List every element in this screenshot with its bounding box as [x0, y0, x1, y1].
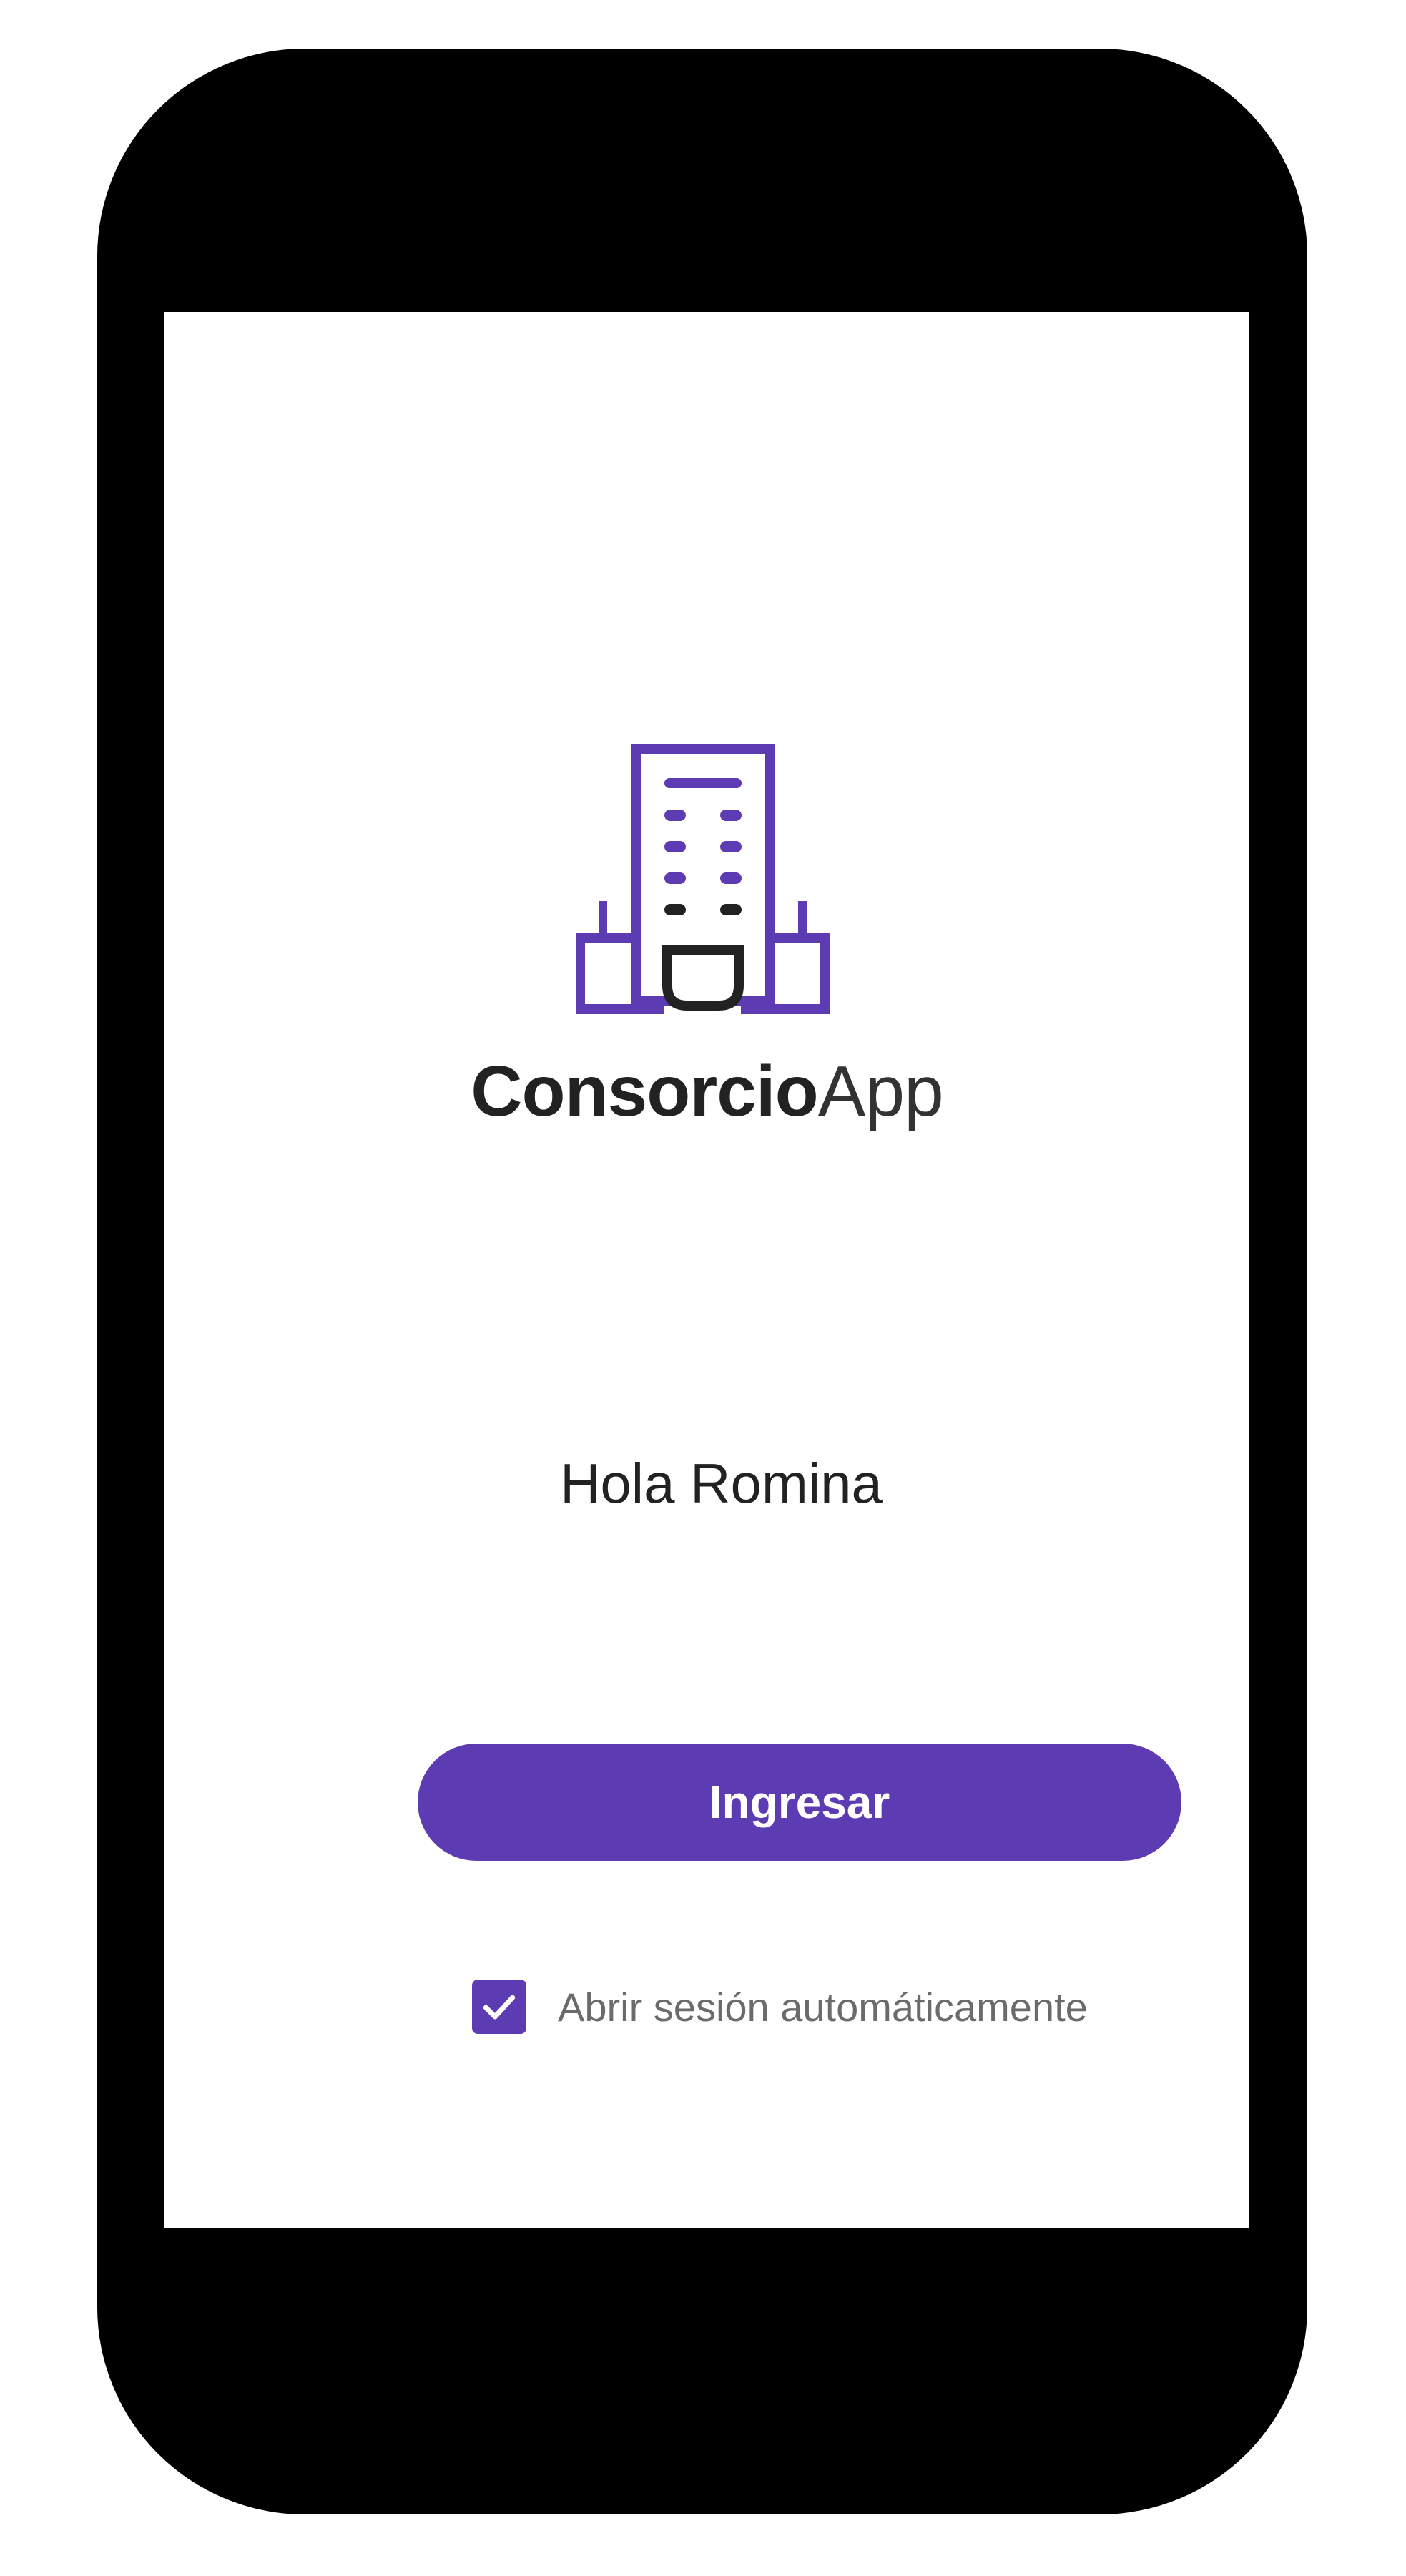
phone-frame: ConsorcioApp Hola Romina Ingresar Abrir …: [97, 49, 1307, 2514]
brand-bold: Consorcio: [471, 1051, 818, 1131]
app-brand: ConsorcioApp: [164, 1048, 1249, 1134]
auto-login-checkbox[interactable]: [472, 1980, 526, 2034]
greeting-text: Hola Romina: [560, 1452, 883, 1515]
checkmark-icon: [483, 1995, 516, 2020]
auto-login-label: Abrir sesión automáticamente: [558, 1984, 1088, 2030]
auto-login-row[interactable]: Abrir sesión automáticamente: [472, 1977, 1088, 2037]
building-icon: [576, 744, 830, 1016]
login-button[interactable]: Ingresar: [418, 1744, 1181, 1861]
brand-light: App: [817, 1051, 944, 1131]
app-screen: ConsorcioApp Hola Romina Ingresar Abrir …: [164, 312, 1249, 2228]
